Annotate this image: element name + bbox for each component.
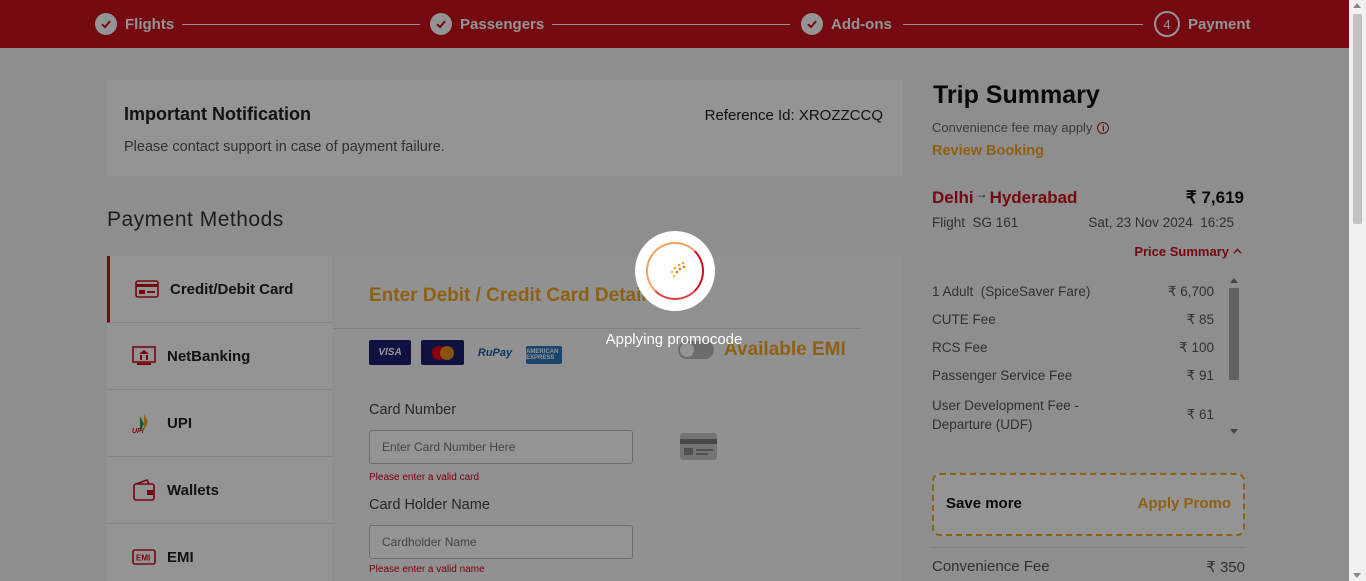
scroll-up-icon[interactable] (1353, 3, 1361, 8)
scroll-thumb[interactable] (1353, 14, 1362, 224)
loading-spinner (635, 231, 715, 311)
page-scrollbar[interactable] (1349, 0, 1366, 581)
scroll-down-icon[interactable] (1353, 573, 1361, 578)
spinner-logo-icon (670, 261, 686, 278)
loading-overlay: Applying promocode (0, 0, 1349, 581)
loading-message: Applying promocode (605, 331, 743, 348)
